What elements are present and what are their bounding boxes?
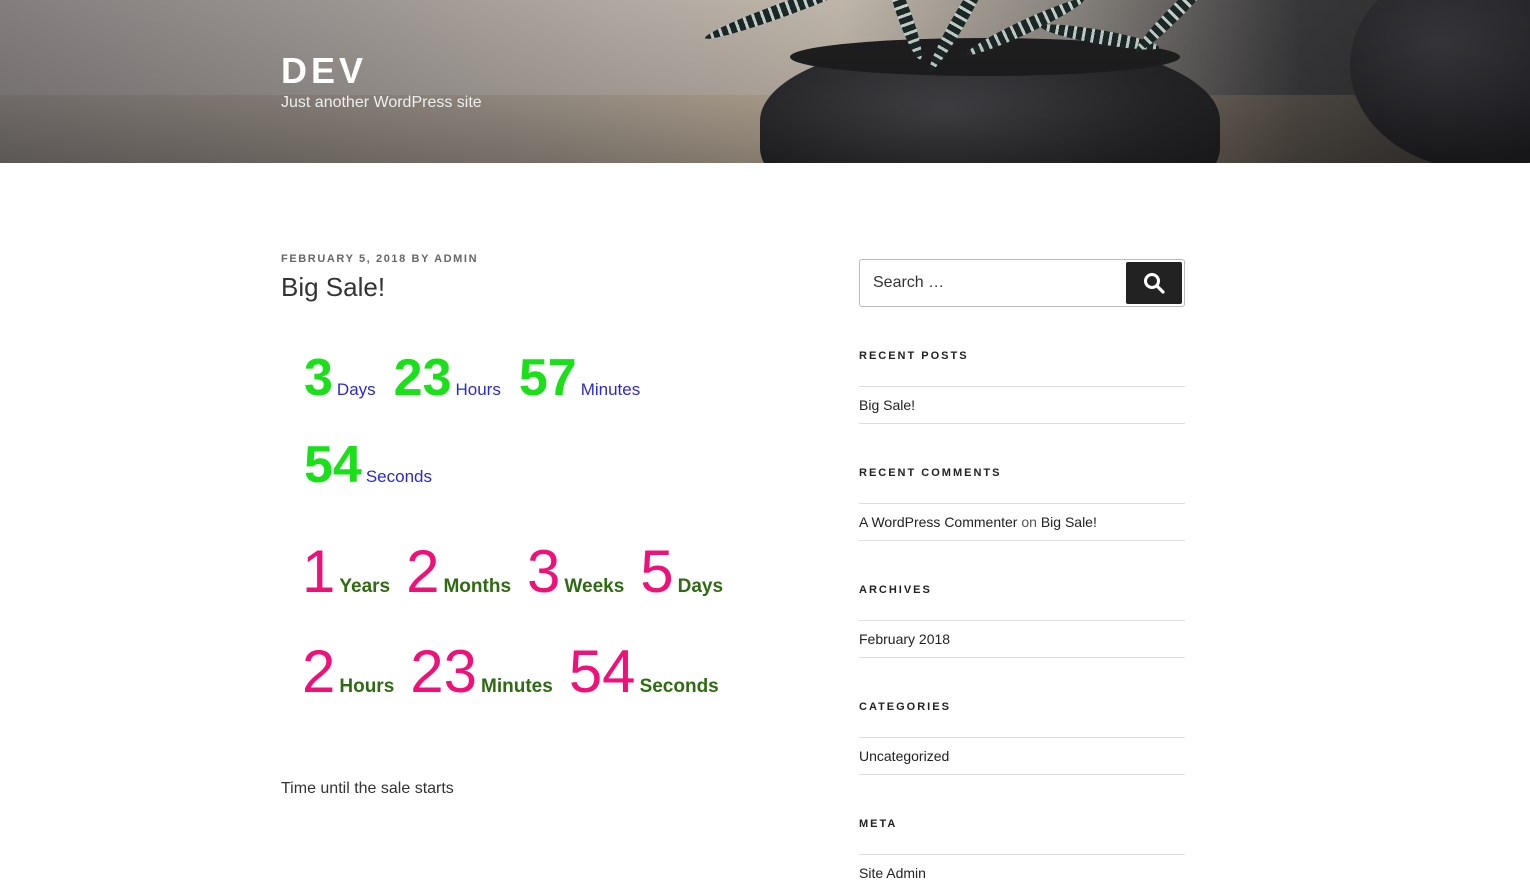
countdown-a-seconds-label: Seconds <box>365 467 433 486</box>
meta-title: META <box>859 818 898 830</box>
countdown-a-row: 3 Days 23 Hours 57 Minutes <box>304 348 658 408</box>
list-item: Site Admin <box>859 855 1185 881</box>
header-shade <box>0 0 1530 163</box>
categories-list: Uncategorized <box>859 737 1185 775</box>
site-admin-link[interactable]: Site Admin <box>859 865 926 881</box>
post-by-label: BY <box>411 253 430 265</box>
recent-posts-title: RECENT POSTS <box>859 350 969 362</box>
list-item: February 2018 <box>859 621 1185 658</box>
comment-post-link[interactable]: Big Sale! <box>1041 514 1097 530</box>
countdown-a-seconds-value: 54 <box>304 436 362 494</box>
search-input[interactable] <box>861 261 1123 305</box>
countdown-b-years-label: Years <box>339 576 391 597</box>
recent-comments-title: RECENT COMMENTS <box>859 467 1002 479</box>
search-icon <box>1144 273 1165 294</box>
countdown-b-weeks-label: Weeks <box>564 576 625 597</box>
countdown-b-weeks-value: 3 <box>527 538 561 605</box>
archive-link[interactable]: February 2018 <box>859 631 950 647</box>
site-title[interactable]: DEV <box>281 50 367 92</box>
archives-title: ARCHIVES <box>859 584 932 596</box>
site-header: DEV Just another WordPress site <box>0 0 1530 163</box>
countdown-b-hours-label: Hours <box>339 676 395 697</box>
post-text: Time until the sale starts <box>281 780 454 797</box>
countdown-b-days-label: Days <box>677 576 724 597</box>
countdown-a-minutes-value: 57 <box>518 349 577 407</box>
list-item: Big Sale! <box>859 387 1185 424</box>
meta-list: Site Admin <box>859 854 1185 881</box>
countdown-b-minutes-label: Minutes <box>481 676 553 697</box>
comment-author-link[interactable]: A WordPress Commenter <box>859 514 1017 530</box>
countdown-b-row: 2 Hours 23 Minutes 54 Seconds <box>302 637 735 706</box>
countdown-a-days-label: Days <box>336 380 376 399</box>
search-button[interactable] <box>1126 262 1182 304</box>
site-description: Just another WordPress site <box>281 94 482 111</box>
countdown-b-days-value: 5 <box>640 538 674 605</box>
recent-comments-list: A WordPress Commenter on Big Sale! <box>859 503 1185 541</box>
post-author-link[interactable]: ADMIN <box>434 253 478 265</box>
countdown-b-hours-value: 2 <box>302 638 336 705</box>
list-item: Uncategorized <box>859 738 1185 775</box>
countdown-b-months-label: Months <box>443 576 512 597</box>
countdown-a-row: 54 Seconds <box>304 435 450 495</box>
categories-title: CATEGORIES <box>859 701 951 713</box>
post-meta: FEBRUARY 5, 2018 BY ADMIN <box>281 253 478 265</box>
countdown-a-hours-label: Hours <box>455 380 501 399</box>
search-form <box>859 259 1185 307</box>
archives-list: February 2018 <box>859 620 1185 658</box>
recent-post-link[interactable]: Big Sale! <box>859 397 915 413</box>
countdown-b-minutes-value: 23 <box>410 638 478 705</box>
list-item: A WordPress Commenter on Big Sale! <box>859 504 1185 541</box>
comment-on-label: on <box>1021 514 1037 530</box>
recent-posts-list: Big Sale! <box>859 386 1185 424</box>
category-link[interactable]: Uncategorized <box>859 748 949 764</box>
countdown-b-years-value: 1 <box>302 538 336 605</box>
post-date-link[interactable]: FEBRUARY 5, 2018 <box>281 253 407 265</box>
countdown-b-seconds-value: 54 <box>568 638 636 705</box>
countdown-a-days-value: 3 <box>304 349 333 407</box>
countdown-b-months-value: 2 <box>406 538 440 605</box>
countdown-a-minutes-label: Minutes <box>580 380 641 399</box>
post-title: Big Sale! <box>281 272 386 302</box>
countdown-a-hours-value: 23 <box>393 349 452 407</box>
countdown-b-row: 1 Years 2 Months 3 Weeks 5 Days <box>302 537 739 606</box>
countdown-b-seconds-label: Seconds <box>639 676 719 697</box>
